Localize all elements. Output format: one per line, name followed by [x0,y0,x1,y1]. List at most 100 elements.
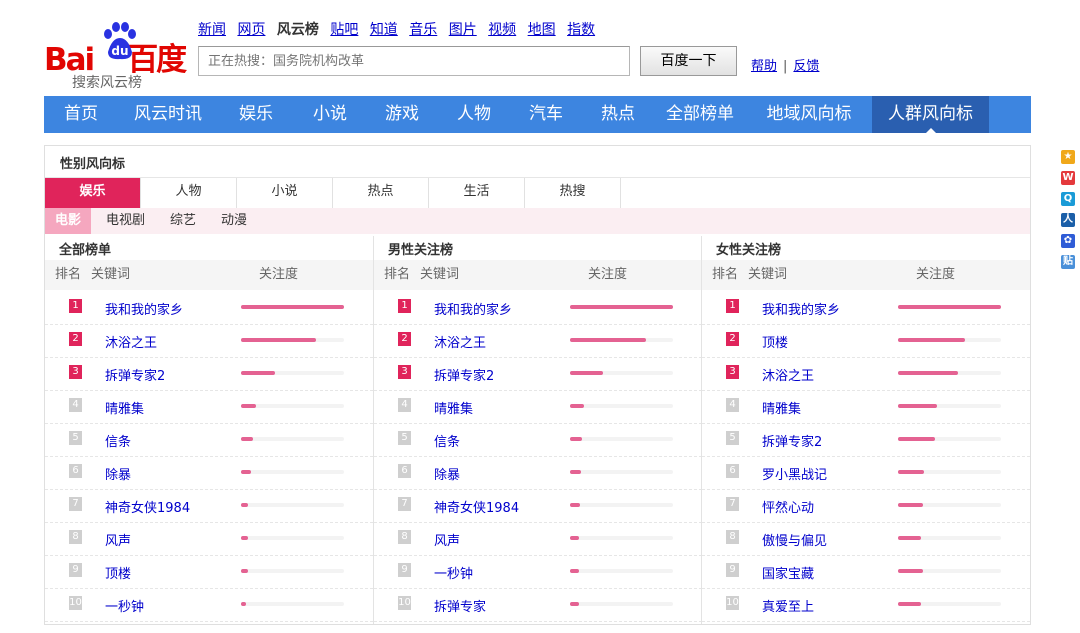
topnav-map[interactable]: 地图 [528,22,556,38]
keyword-link[interactable]: 真爱至上 [762,596,814,615]
nav-games[interactable]: 游戏 [366,96,438,133]
keyword-link[interactable]: 傲慢与偏见 [762,530,827,549]
keyword-link[interactable]: 沐浴之王 [762,365,814,384]
tab-hotspots[interactable]: 热点 [333,178,429,208]
subtab-variety[interactable]: 综艺 [160,208,206,234]
rank-header: 排名 [55,267,82,282]
tab-entertainment[interactable]: 娱乐 [45,178,141,208]
rank-badge: 8 [726,530,739,544]
keyword-link[interactable]: 除暴 [434,464,460,483]
keyword-link[interactable]: 一秒钟 [105,596,144,615]
keyword-link[interactable]: 神奇女侠1984 [434,497,519,516]
ranking-row: 1 我和我的家乡 [374,291,702,325]
topnav-index[interactable]: 指数 [567,22,595,38]
nav-novels[interactable]: 小说 [294,96,366,133]
attention-header: 关注度 [588,267,628,282]
nav-hotspots[interactable]: 热点 [582,96,654,133]
attention-header: 关注度 [259,267,299,282]
keyword-link[interactable]: 除暴 [105,464,131,483]
topnav-music[interactable]: 音乐 [409,22,437,38]
qzone-share-icon[interactable]: ★ [1061,150,1075,164]
attention-bar [898,569,1001,573]
nav-news[interactable]: 风云时讯 [118,96,218,133]
search-input[interactable] [198,46,630,76]
topnav-news[interactable]: 新闻 [198,22,226,38]
topnav-video[interactable]: 视频 [488,22,516,38]
keyword-link[interactable]: 拆弹专家2 [105,365,165,384]
topnav-fengyunbang[interactable]: 风云榜 [277,22,319,38]
tieba-share-icon[interactable]: 贴 [1061,255,1075,269]
topnav-tieba[interactable]: 贴吧 [330,22,358,38]
keyword-header: 关键词 [420,267,460,282]
keyword-link[interactable]: 晴雅集 [105,398,144,417]
keyword-link[interactable]: 拆弹专家 [434,596,486,615]
baidu-logo[interactable]: Bai 百度 du 搜索风云榜 [44,22,194,92]
topnav-images[interactable]: 图片 [449,22,477,38]
tab-hot-search[interactable]: 热搜 [525,178,621,208]
keyword-link[interactable]: 拆弹专家2 [762,431,822,450]
help-link[interactable]: 帮助 [751,59,777,74]
attention-bar-fill [241,338,317,342]
attention-bar [241,437,344,441]
nav-all-lists[interactable]: 全部榜单 [654,96,746,133]
tencent-weibo-share-icon[interactable]: Q [1061,192,1075,206]
rank-badge: 4 [726,398,739,412]
search-button[interactable]: 百度一下 [640,46,737,76]
keyword-link[interactable]: 信条 [434,431,460,450]
keyword-link[interactable]: 沐浴之王 [434,332,486,351]
keyword-link[interactable]: 罗小黑战记 [762,464,827,483]
ranking-row: 9 国家宝藏 [702,555,1030,589]
nav-region-trends[interactable]: 地域风向标 [746,96,872,133]
weibo-share-icon[interactable]: W [1061,171,1075,185]
nav-cars[interactable]: 汽车 [510,96,582,133]
baidu-share-icon[interactable]: ✿ [1061,234,1075,248]
attention-bar-fill [241,437,254,441]
keyword-link[interactable]: 顶楼 [762,332,788,351]
attention-bar-fill [898,338,965,342]
topnav-zhidao[interactable]: 知道 [370,22,398,38]
subtab-tv[interactable]: 电视剧 [96,208,155,234]
attention-bar-fill [570,371,603,375]
attention-bar [898,371,1001,375]
topnav-web[interactable]: 网页 [237,22,265,38]
nav-entertainment[interactable]: 娱乐 [218,96,294,133]
tab-people[interactable]: 人物 [141,178,237,208]
keyword-link[interactable]: 拆弹专家2 [434,365,494,384]
rank-badge: 3 [69,365,82,379]
keyword-link[interactable]: 我和我的家乡 [434,299,512,318]
ranking-row: 7 神奇女侠1984 [45,489,373,523]
feedback-link[interactable]: 反馈 [793,59,819,74]
keyword-link[interactable]: 我和我的家乡 [762,299,840,318]
attention-bar [570,404,673,408]
ranking-row: 2 沐浴之王 [374,324,702,358]
rank-badge: 9 [69,563,82,577]
attention-bar [898,503,1001,507]
keyword-link[interactable]: 顶楼 [105,563,131,582]
tab-novels[interactable]: 小说 [237,178,333,208]
keyword-link[interactable]: 晴雅集 [434,398,473,417]
keyword-link[interactable]: 我和我的家乡 [105,299,183,318]
keyword-link[interactable]: 风声 [434,530,460,549]
rank-badge: 2 [726,332,739,346]
keyword-link[interactable]: 风声 [105,530,131,549]
rank-header: 排名 [712,267,739,282]
nav-home[interactable]: 首页 [44,96,118,133]
tab-life[interactable]: 生活 [429,178,525,208]
nav-people[interactable]: 人物 [438,96,510,133]
renren-share-icon[interactable]: 人 [1061,213,1075,227]
keyword-link[interactable]: 信条 [105,431,131,450]
keyword-link[interactable]: 国家宝藏 [762,563,814,582]
keyword-link[interactable]: 晴雅集 [762,398,801,417]
keyword-link[interactable]: 沐浴之王 [105,332,157,351]
attention-bar-fill [570,569,580,573]
attention-bar [241,371,344,375]
keyword-link[interactable]: 怦然心动 [762,497,814,516]
logo-subtitle: 搜索风云榜 [72,75,142,91]
subtab-movies[interactable]: 电影 [45,208,92,234]
keyword-link[interactable]: 一秒钟 [434,563,473,582]
keyword-link[interactable]: 神奇女侠1984 [105,497,190,516]
nav-crowd-trends[interactable]: 人群风向标 [872,96,989,134]
attention-bar [898,404,1001,408]
subtab-anime[interactable]: 动漫 [211,208,257,234]
attention-bar-fill [241,371,275,375]
